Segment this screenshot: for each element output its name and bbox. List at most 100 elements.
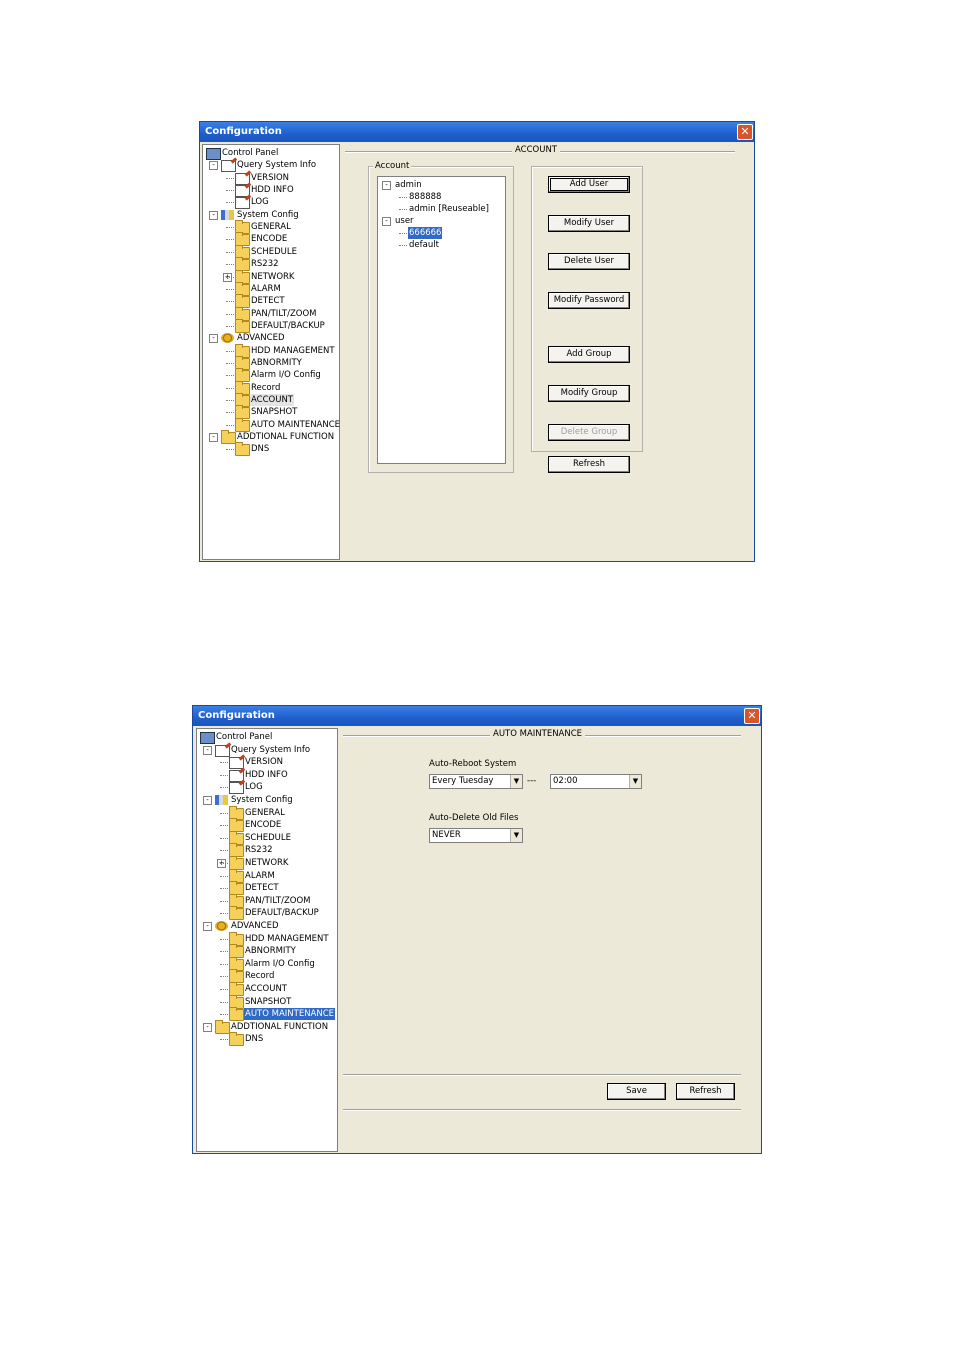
tree-item-label: RS232 [245,845,273,856]
tree-connector [220,837,228,839]
collapse-icon[interactable]: - [209,433,218,443]
tree-item-label: Control Panel [222,148,279,158]
panel-title: ACCOUNT [512,145,560,155]
account-tree[interactable]: admin -888888 admin [Reuseable] user -666666… [377,176,506,464]
tree-item-label: DETECT [251,296,285,307]
reboot-time-value: 02:00 [553,776,578,786]
bottom-separator [343,1074,741,1076]
tree-connector [220,787,228,789]
collapse-icon[interactable]: - [203,1022,212,1032]
tree-connector [399,233,407,234]
tree-item-label: SCHEDULE [245,832,291,843]
tree-item-label: ADVANCED [237,333,285,344]
chevron-down-icon[interactable]: ▼ [510,775,522,788]
tree-item-label: GENERAL [245,807,285,818]
tree-connector [226,301,234,303]
tree-connector [226,177,234,179]
tree-item-label: Record [251,382,281,393]
navigation-tree[interactable]: Control Panel Query System Info - VERSION HD… [196,728,338,1152]
refresh-button[interactable]: Refresh [676,1083,735,1100]
tools-icon [215,795,228,805]
tree-item-label: VERSION [245,757,284,768]
tree-item-label: Alarm I/O Config [245,958,315,969]
modify-group-button[interactable]: Modify Group [548,385,630,402]
modify-password-button[interactable]: Modify Password [548,292,630,309]
tree-item-label: AUTO MAINTENANCE [251,419,341,430]
tree-connector [220,976,228,978]
collapse-icon[interactable]: - [209,334,218,344]
tree-item-label: SCHEDULE [251,246,297,257]
computer-icon [200,732,215,744]
auto-delete-select[interactable]: NEVER ▼ [429,828,523,843]
tree-item-label: HDD MANAGEMENT [251,345,335,356]
tree-connector [226,276,234,278]
close-button[interactable]: ✕ [744,708,760,724]
folder-icon [229,1007,244,1022]
document-icon [221,160,236,173]
chevron-down-icon[interactable]: ▼ [510,829,522,842]
tree-item-label: System Config [231,795,293,805]
close-button[interactable]: ✕ [737,124,753,140]
collapse-icon[interactable]: - [209,210,218,220]
account-item-label: admin [395,180,422,190]
account-item-label: 888888 [409,192,442,202]
tree-item-label: Control Panel [216,732,273,742]
modify-user-button[interactable]: Modify User [548,215,630,232]
window-title: Configuration [198,710,275,721]
tree-connector [220,900,228,902]
collapse-icon[interactable]: - [203,922,212,931]
tree-connector [399,209,407,210]
title-bar[interactable]: Configuration ✕ [200,122,754,142]
collapse-icon[interactable]: - [203,745,212,755]
folder-icon [235,442,250,457]
tree-item-label: SNAPSHOT [251,407,298,418]
button-groupbox [531,166,643,452]
tree-connector [226,424,234,426]
tree-item-label: ADDTIONAL FUNCTION [237,432,335,443]
reboot-time-select[interactable]: 02:00 ▼ [550,774,642,789]
collapse-icon[interactable]: - [209,161,218,171]
collapse-icon[interactable]: - [382,217,391,226]
chevron-down-icon[interactable]: ▼ [629,775,641,788]
account-item-label: 666666 [408,227,443,239]
tree-item-label: HDD INFO [251,185,294,196]
document-icon [235,197,250,210]
reboot-day-select[interactable]: Every Tuesday ▼ [429,774,523,789]
footer-separator [343,1109,741,1111]
save-button[interactable]: Save [607,1083,666,1100]
tree-connector [220,774,228,776]
title-bar[interactable]: Configuration ✕ [193,706,761,726]
tree-connector [226,325,234,327]
folder-icon [235,318,250,333]
folder-icon [229,906,244,921]
tree-connector [220,812,228,814]
add-user-button[interactable]: Add User [548,176,630,193]
tree-connector [226,313,234,315]
tree-connector [220,1014,228,1016]
tree-item-label: ALARM [251,283,281,294]
refresh-button[interactable]: Refresh [548,456,630,473]
add-group-button[interactable]: Add Group [548,346,630,363]
tree-item-label: System Config [237,209,299,220]
navigation-tree[interactable]: Control Panel Query System Info - VERSION HD… [202,144,340,560]
tree-item-label: LOG [251,197,269,208]
auto-delete-label: Auto-Delete Old Files [429,813,519,823]
delete-user-button[interactable]: Delete User [548,253,630,270]
tree-connector [220,938,228,940]
tree-connector [226,449,234,451]
tree-item-label: SNAPSHOT [245,996,292,1007]
gear-icon [221,333,234,344]
collapse-icon[interactable]: - [203,796,212,805]
tree-connector [220,762,228,764]
gear-icon [215,921,228,931]
tree-item-label: HDD INFO [245,769,288,780]
tree-connector [226,190,234,192]
tree-connector [226,400,234,401]
tree-item-label: ALARM [245,870,275,881]
tree-item-label: DNS [245,1034,264,1045]
collapse-icon[interactable]: - [382,181,391,190]
tree-item-label: DETECT [245,883,279,894]
tree-connector [220,963,228,965]
panel-title: AUTO MAINTENANCE [490,729,586,739]
delete-group-button[interactable]: Delete Group [548,424,630,441]
